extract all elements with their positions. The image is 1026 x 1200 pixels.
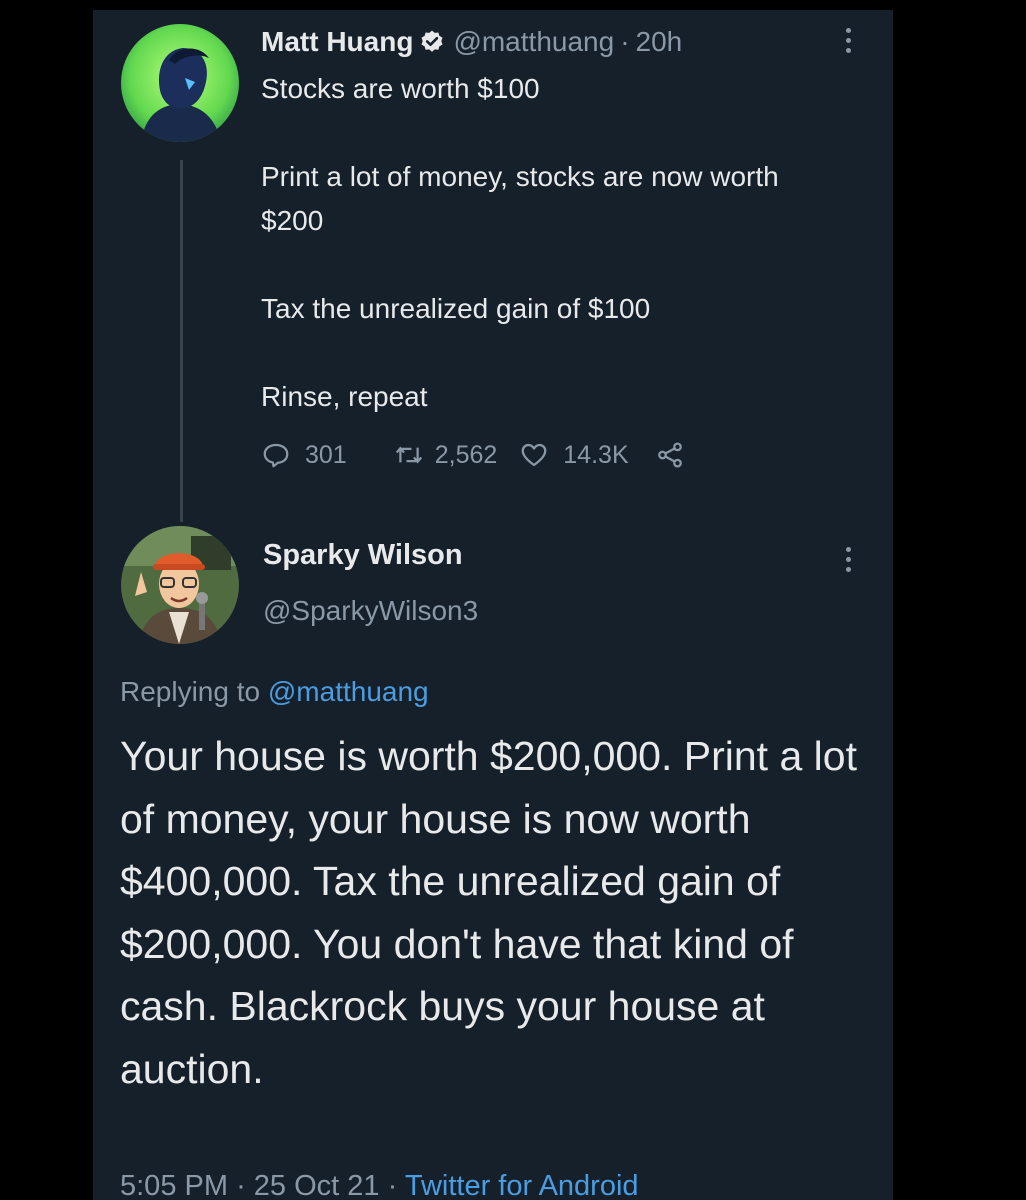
reply-metadata: 5:05 PM · 25 Oct 21 · Twitter for Androi…: [120, 1170, 639, 1200]
replying-to-label: Replying to: [120, 676, 261, 707]
verified-badge-icon: [419, 29, 445, 55]
reply-author-name[interactable]: Sparky Wilson: [263, 539, 463, 572]
share-button[interactable]: [655, 440, 685, 470]
author-handle[interactable]: @matthuang: [453, 26, 614, 58]
retweet-icon: [393, 440, 425, 470]
avatar-illustration-icon: [121, 24, 239, 142]
reply-more-options-icon[interactable]: [843, 547, 853, 572]
reply-text: Your house is worth $200,000. Print a lo…: [120, 733, 857, 1092]
tweet-paragraph: Rinse, repeat: [261, 381, 428, 412]
reply-date[interactable]: 25 Oct 21: [254, 1170, 380, 1200]
tweet-header: Matt Huang @matthuang · 20h: [261, 22, 682, 62]
author-name[interactable]: Matt Huang: [261, 26, 413, 58]
reply-icon: [261, 440, 291, 470]
like-button[interactable]: 14.3K: [519, 440, 629, 470]
reply-author-handle[interactable]: @SparkyWilson3: [263, 595, 478, 627]
tweet-thread-card: Matt Huang @matthuang · 20h Stocks are w…: [93, 10, 893, 1200]
reply-time[interactable]: 5:05 PM: [120, 1170, 228, 1200]
reply-source-link[interactable]: Twitter for Android: [405, 1170, 639, 1200]
retweet-count: 2,562: [434, 440, 498, 469]
like-count: 14.3K: [563, 440, 629, 469]
tweet-paragraph: Tax the unrealized gain of $100: [261, 293, 651, 324]
tweet-actions: 301 2,562 14.3K: [261, 435, 685, 475]
sparky-wilson-avatar[interactable]: [121, 526, 239, 644]
tweet-time-ago[interactable]: 20h: [636, 26, 683, 58]
reply-button[interactable]: 301: [261, 440, 347, 470]
tweet-text: Stocks are worth $100 Print a lot of mon…: [261, 67, 861, 419]
matt-huang-avatar[interactable]: [121, 24, 239, 142]
tweet-paragraph: Stocks are worth $100: [261, 73, 540, 104]
retweet-button[interactable]: 2,562: [393, 440, 498, 470]
tweet-more-options-icon[interactable]: [843, 28, 853, 53]
meta-separator: ·: [387, 1170, 398, 1200]
reply-count: 301: [305, 440, 347, 469]
thread-connector-line: [180, 160, 183, 522]
header-separator: ·: [620, 26, 630, 57]
replying-to-handle-link[interactable]: @matthuang: [268, 676, 429, 707]
meta-separator: ·: [236, 1170, 246, 1200]
replying-to-line: Replying to @matthuang: [120, 676, 429, 708]
tweet-paragraph: Print a lot of money, stocks are now wor…: [261, 161, 779, 236]
share-icon: [655, 440, 685, 470]
avatar-illustration-icon: [121, 526, 239, 644]
like-icon: [519, 440, 549, 470]
